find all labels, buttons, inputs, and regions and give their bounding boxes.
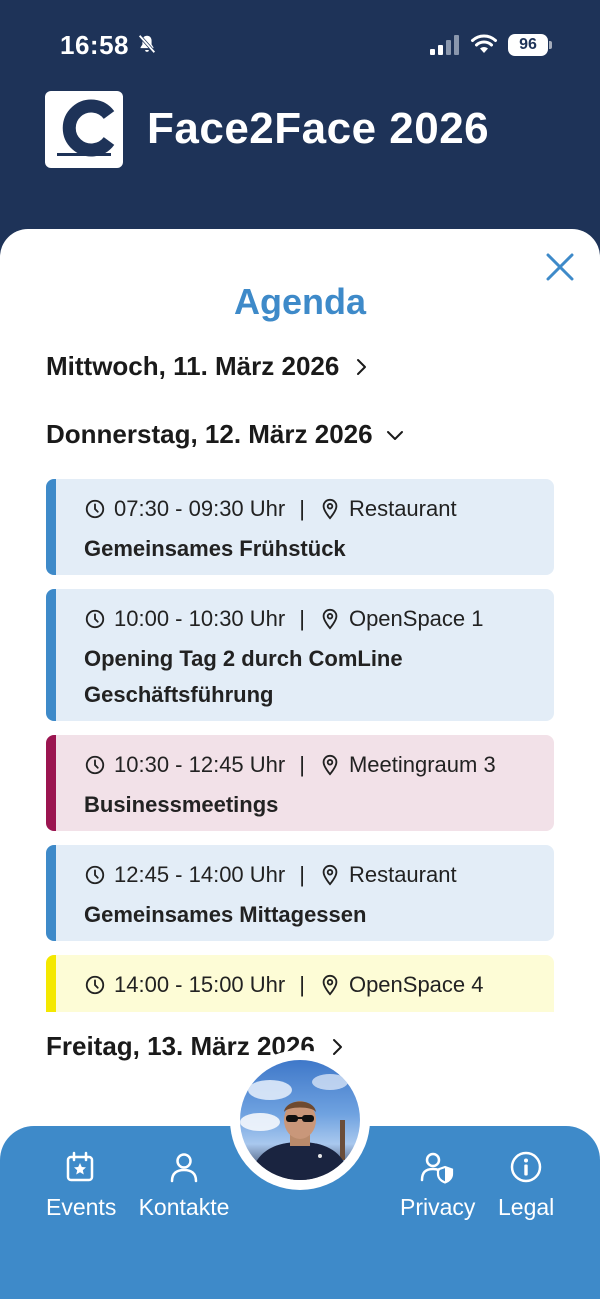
nav-events[interactable]: Events — [46, 1150, 117, 1221]
wifi-icon — [471, 34, 497, 53]
location-pin-icon — [322, 974, 338, 996]
event-title: Opening Tag 2 durch ComLine Geschäftsfüh… — [84, 641, 534, 713]
event-location: Restaurant — [348, 862, 457, 887]
event-time: 14:00 - 15:00 Uhr — [114, 972, 286, 997]
event-title: Gemeinsames Mittagessen — [84, 902, 367, 927]
event-title: Gemeinsames Frühstück — [84, 536, 346, 561]
event-card[interactable]: 10:30 - 12:45 Uhr | Meetingraum 3 Busine… — [46, 735, 554, 831]
calendar-star-icon — [66, 1151, 94, 1182]
event-card[interactable]: 07:30 - 09:30 Uhr | Restaurant Gemeinsam… — [46, 479, 554, 575]
event-title-line: Geschäftsführung — [84, 682, 274, 707]
separator: | — [299, 496, 305, 521]
event-time: 10:30 - 12:45 Uhr — [114, 752, 286, 777]
nav-contacts[interactable]: Kontakte — [138, 1150, 230, 1221]
bell-muted-icon — [138, 34, 156, 54]
event-time: 07:30 - 09:30 Uhr — [114, 496, 286, 521]
chevron-right-icon — [357, 358, 367, 375]
profile-avatar-button[interactable] — [230, 1050, 370, 1190]
person-shield-icon — [420, 1152, 454, 1184]
event-location: Restaurant — [348, 496, 457, 521]
event-title-line: Opening Tag 2 durch ComLine — [84, 646, 403, 671]
page-title: Agenda — [233, 281, 366, 322]
nav-label: Kontakte — [138, 1194, 230, 1220]
app-logo — [45, 90, 123, 168]
location-pin-icon — [322, 864, 338, 886]
signal-icon — [430, 35, 459, 55]
location-pin-icon — [322, 754, 338, 776]
info-icon — [510, 1151, 542, 1183]
close-icon[interactable] — [544, 251, 576, 283]
nav-label: Legal — [498, 1194, 555, 1220]
event-location: OpenSpace 1 — [348, 606, 484, 631]
event-card[interactable]: 12:45 - 14:00 Uhr | Restaurant Gemeinsam… — [46, 845, 554, 941]
chevron-right-icon — [332, 1038, 342, 1055]
app-header: Face2Face 2026 — [45, 90, 489, 168]
event-title: Businessmeetings — [84, 792, 279, 817]
day-header-wednesday[interactable]: Mittwoch, 11. März 2026 — [46, 351, 371, 382]
nav-legal[interactable]: Legal — [498, 1150, 554, 1221]
event-time: 10:00 - 10:30 Uhr — [114, 606, 286, 631]
separator: | — [299, 972, 305, 997]
clock-icon — [85, 609, 105, 629]
clock-icon — [85, 755, 105, 775]
event-location: OpenSpace 4 — [348, 972, 484, 997]
battery-indicator: 96 — [508, 34, 552, 56]
separator: | — [299, 862, 305, 887]
avatar-photo — [240, 1074, 350, 1180]
day-header-thursday[interactable]: Donnerstag, 12. März 2026 — [46, 419, 405, 450]
clock-icon — [85, 975, 105, 995]
separator: | — [299, 752, 305, 777]
event-location: Meetingraum 3 — [348, 752, 496, 777]
nav-privacy[interactable]: Privacy — [400, 1150, 476, 1221]
chevron-down-icon — [386, 430, 403, 440]
status-bar: 16:58 96 — [0, 0, 600, 80]
clock-icon — [85, 499, 105, 519]
event-card[interactable]: 10:00 - 10:30 Uhr | OpenSpace 1 Opening … — [46, 589, 554, 721]
app-title: Face2Face 2026 — [147, 104, 490, 153]
event-list[interactable]: 07:30 - 09:30 Uhr | Restaurant Gemeinsam… — [46, 479, 554, 1012]
separator: | — [299, 606, 305, 631]
location-pin-icon — [322, 608, 338, 630]
day-label: Mittwoch, 11. März 2026 — [46, 351, 340, 381]
avatar — [240, 1060, 360, 1180]
location-pin-icon — [322, 498, 338, 520]
event-time: 12:45 - 14:00 Uhr — [114, 862, 286, 887]
status-time: 16:58 — [60, 30, 129, 60]
person-icon — [170, 1153, 198, 1183]
clock-icon — [85, 865, 105, 885]
event-card[interactable]: 14:00 - 15:00 Uhr | OpenSpace 4 — [46, 955, 554, 1012]
nav-label: Events — [46, 1194, 117, 1220]
day-label: Donnerstag, 12. März 2026 — [46, 419, 373, 449]
nav-label: Privacy — [400, 1194, 476, 1220]
